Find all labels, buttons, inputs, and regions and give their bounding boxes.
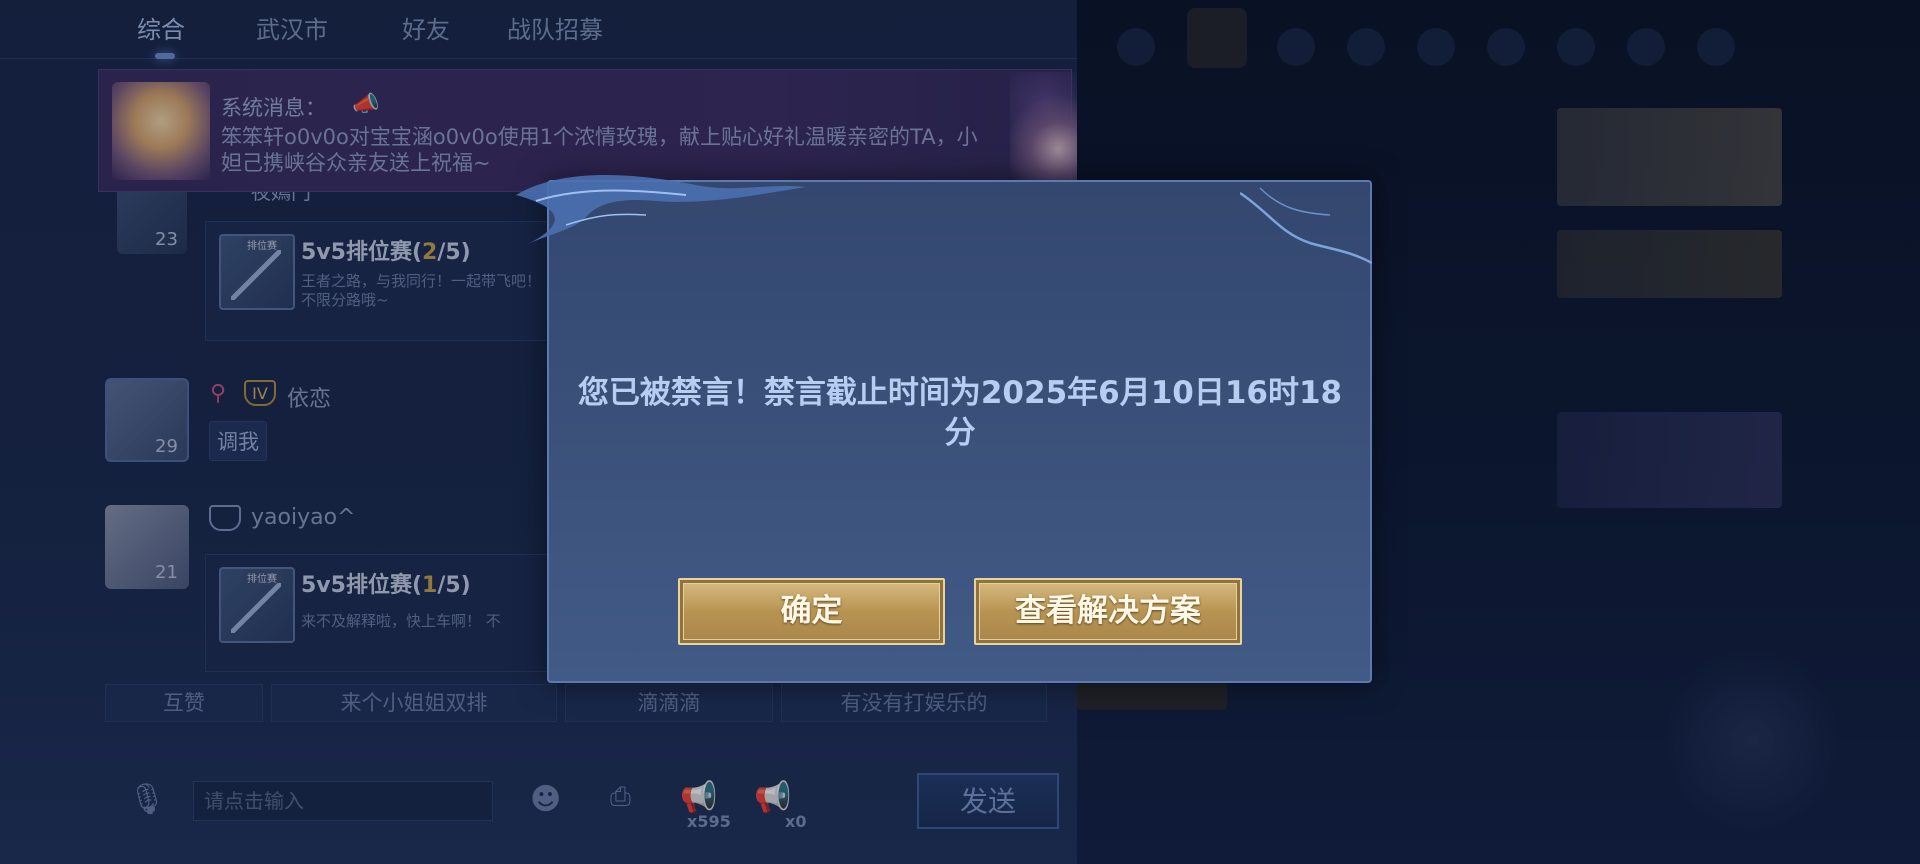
view-solution-button[interactable]: 查看解决方案 [974,578,1242,645]
cloud-decoration-icon [1240,187,1372,265]
cloud-decoration-icon [516,175,806,245]
confirm-button[interactable]: 确定 [678,578,945,645]
mute-notice-message: 您已被禁言！禁言截止时间为2025年6月10日16时18分 [577,375,1343,451]
